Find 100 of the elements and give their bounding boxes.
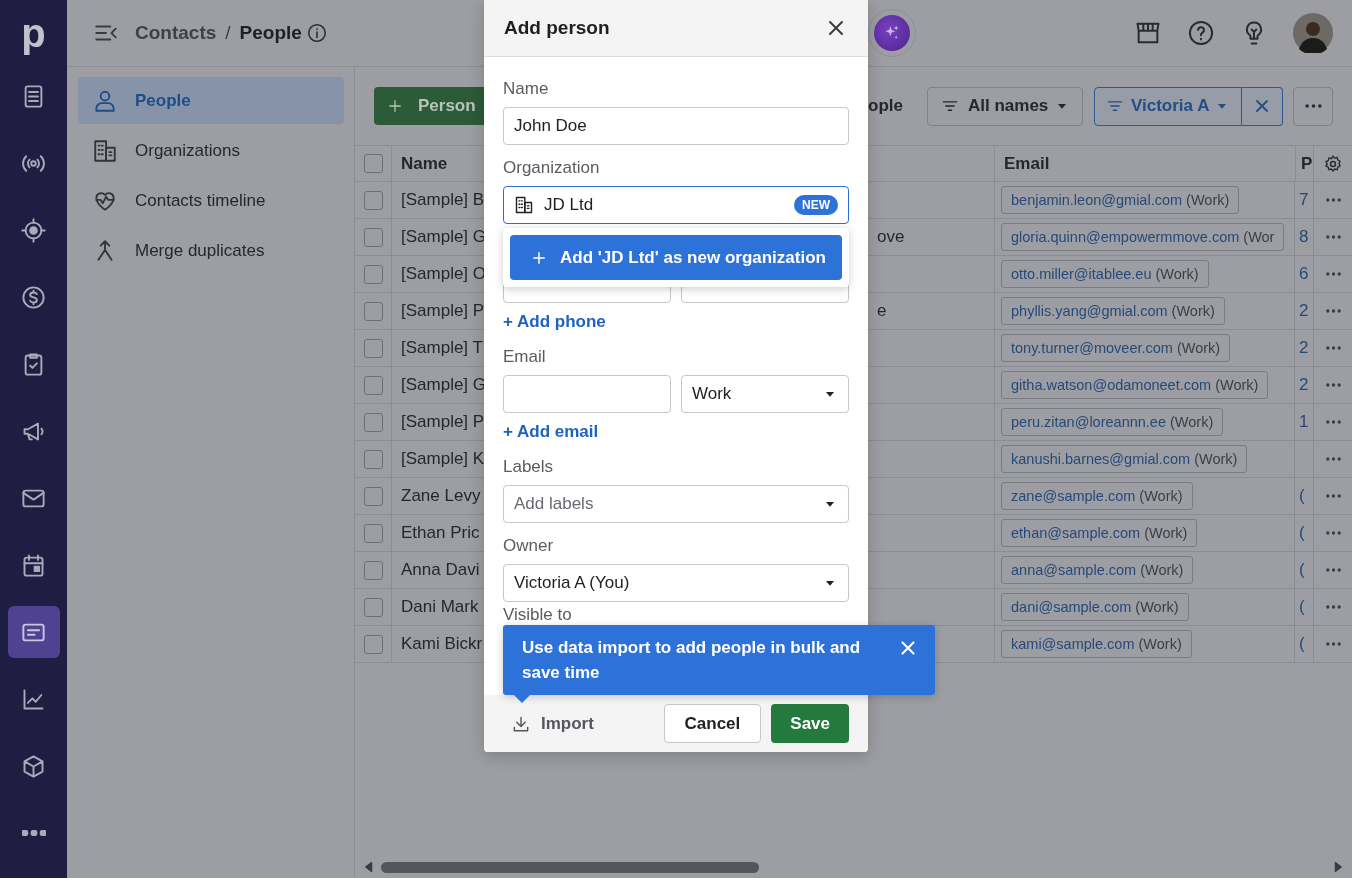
scrollbar-thumb[interactable] xyxy=(381,861,759,873)
email-tag[interactable]: benjamin.leon@gmial.com (Work) xyxy=(1001,186,1240,214)
clear-filter-button[interactable] xyxy=(1242,86,1283,126)
more-icon[interactable] xyxy=(1325,309,1341,313)
phone-cell[interactable]: 7 xyxy=(1299,190,1309,210)
checkbox[interactable] xyxy=(363,634,383,654)
building-icon xyxy=(514,195,534,215)
table-cell: e xyxy=(877,301,887,321)
sidebar-item[interactable]: People xyxy=(78,77,344,124)
cancel-button[interactable]: Cancel xyxy=(663,704,762,743)
checkbox[interactable] xyxy=(363,301,383,321)
building-icon xyxy=(92,137,118,164)
sidebar-item[interactable]: Contacts timeline xyxy=(78,177,344,224)
email-tag[interactable]: gloria.quinn@empowermmove.com (Wor xyxy=(1001,223,1285,251)
filter-dropdown[interactable]: All names xyxy=(927,86,1083,126)
checkbox[interactable] xyxy=(363,375,383,395)
more-icon xyxy=(1304,104,1322,108)
more-icon[interactable] xyxy=(1325,531,1341,535)
sidebar-item[interactable]: Merge duplicates xyxy=(78,227,344,274)
email-tag[interactable]: dani@sample.com (Work) xyxy=(1001,593,1189,621)
email-tag[interactable]: anna@sample.com (Work) xyxy=(1001,556,1194,584)
save-button[interactable]: Save xyxy=(771,704,849,743)
email-tag[interactable]: kami@sample.com (Work) xyxy=(1001,630,1192,658)
more-icon[interactable] xyxy=(1325,272,1341,276)
field-label: Visible to xyxy=(503,605,573,624)
checkbox[interactable] xyxy=(363,190,383,210)
import-button[interactable]: Import xyxy=(511,713,594,734)
app-logo[interactable]: p xyxy=(21,12,46,56)
page-title: People xyxy=(239,22,302,44)
info-icon[interactable] xyxy=(305,22,328,44)
phone-cell[interactable]: ( xyxy=(1299,523,1305,543)
phone-cell[interactable]: 6 xyxy=(1299,264,1309,284)
more-icon[interactable] xyxy=(1325,457,1341,461)
phone-cell[interactable]: 1 xyxy=(1299,412,1309,432)
checkbox[interactable] xyxy=(363,264,383,284)
field-label: Email xyxy=(503,346,547,368)
more-icon[interactable] xyxy=(1325,420,1341,424)
add-link[interactable]: + Add email xyxy=(503,421,849,443)
field-label: Name xyxy=(503,78,550,100)
name-field[interactable]: John Doe xyxy=(503,107,849,145)
phone-cell[interactable]: 2 xyxy=(1299,338,1309,358)
phone-cell[interactable]: ( xyxy=(1299,486,1305,506)
more-icon[interactable] xyxy=(1325,642,1341,646)
phone-cell[interactable]: 8 xyxy=(1299,227,1309,247)
more-icon[interactable] xyxy=(1325,346,1341,350)
breadcrumb-separator: / xyxy=(225,22,231,44)
checkbox[interactable] xyxy=(363,560,383,580)
email-tag[interactable]: phyllis.yang@gmial.com (Work) xyxy=(1001,297,1225,325)
more-icon[interactable] xyxy=(1325,383,1341,387)
checkbox[interactable] xyxy=(363,154,383,173)
checkbox[interactable] xyxy=(363,523,383,543)
avatar[interactable] xyxy=(1293,13,1333,53)
checkbox[interactable] xyxy=(363,412,383,432)
phone-cell[interactable]: 2 xyxy=(1299,375,1309,395)
email-tag[interactable]: peru.zitan@loreannn.ee (Work) xyxy=(1001,408,1224,436)
more-icon[interactable] xyxy=(1325,568,1341,572)
tooltip-text: Use data import to add people in bulk and save time xyxy=(522,637,862,684)
column-header[interactable]: Email xyxy=(994,146,1295,182)
add-organization-option[interactable]: Add 'JD Ltd' as new organization xyxy=(510,235,842,280)
table-cell: ove xyxy=(877,227,905,247)
field-label: Labels xyxy=(503,456,555,478)
column-header[interactable]: P xyxy=(1295,146,1313,182)
people-count: ople xyxy=(868,96,903,116)
checkbox[interactable] xyxy=(363,486,383,506)
email-tag[interactable]: ethan@sample.com (Work) xyxy=(1001,519,1198,547)
email-tag[interactable]: kanushi.barnes@gmial.com (Work) xyxy=(1001,445,1248,473)
email-tag[interactable]: zane@sample.com (Work) xyxy=(1001,482,1193,510)
field-value: JD Ltd xyxy=(544,195,595,215)
phone-cell[interactable]: ( xyxy=(1299,634,1305,654)
select-field[interactable]: Victoria A (You) xyxy=(503,564,849,602)
field-label: Owner xyxy=(503,535,555,557)
more-icon xyxy=(21,830,46,836)
owner-filter-dropdown[interactable]: Victoria A xyxy=(1094,86,1242,126)
email-tag[interactable]: tony.turner@moveer.com (Work) xyxy=(1001,334,1231,362)
nav-button[interactable] xyxy=(7,606,60,658)
field-label: Organization xyxy=(503,157,601,179)
more-icon[interactable] xyxy=(1325,235,1341,239)
checkbox[interactable] xyxy=(363,597,383,617)
input-field[interactable] xyxy=(503,375,671,413)
email-tag[interactable]: otto.miller@itablee.eu (Work) xyxy=(1001,260,1209,288)
add-link[interactable]: + Add phone xyxy=(503,311,849,333)
email-tag[interactable]: githa.watson@odamoneet.com (Work) xyxy=(1001,371,1269,399)
help-icon[interactable] xyxy=(1187,19,1215,47)
checkbox[interactable] xyxy=(363,449,383,469)
type-dropdown[interactable]: Work xyxy=(681,375,849,413)
add-person-button[interactable]: Person xyxy=(374,87,484,125)
settings-icon[interactable] xyxy=(1323,153,1343,174)
phone-cell[interactable]: 2 xyxy=(1299,301,1309,321)
more-icon[interactable] xyxy=(1325,494,1341,498)
checkbox[interactable] xyxy=(363,227,383,247)
new-badge: NEW xyxy=(794,195,838,215)
more-icon[interactable] xyxy=(1325,198,1341,202)
phone-cell[interactable]: ( xyxy=(1299,560,1305,580)
organization-field[interactable]: JD Ltd NEW xyxy=(503,186,849,224)
breadcrumb-link[interactable]: Contacts xyxy=(135,22,217,44)
select-field[interactable]: Add labels xyxy=(503,485,849,523)
more-icon[interactable] xyxy=(1325,605,1341,609)
checkbox[interactable] xyxy=(363,338,383,358)
phone-cell[interactable]: ( xyxy=(1299,597,1305,617)
sidebar-item[interactable]: Organizations xyxy=(78,127,344,174)
